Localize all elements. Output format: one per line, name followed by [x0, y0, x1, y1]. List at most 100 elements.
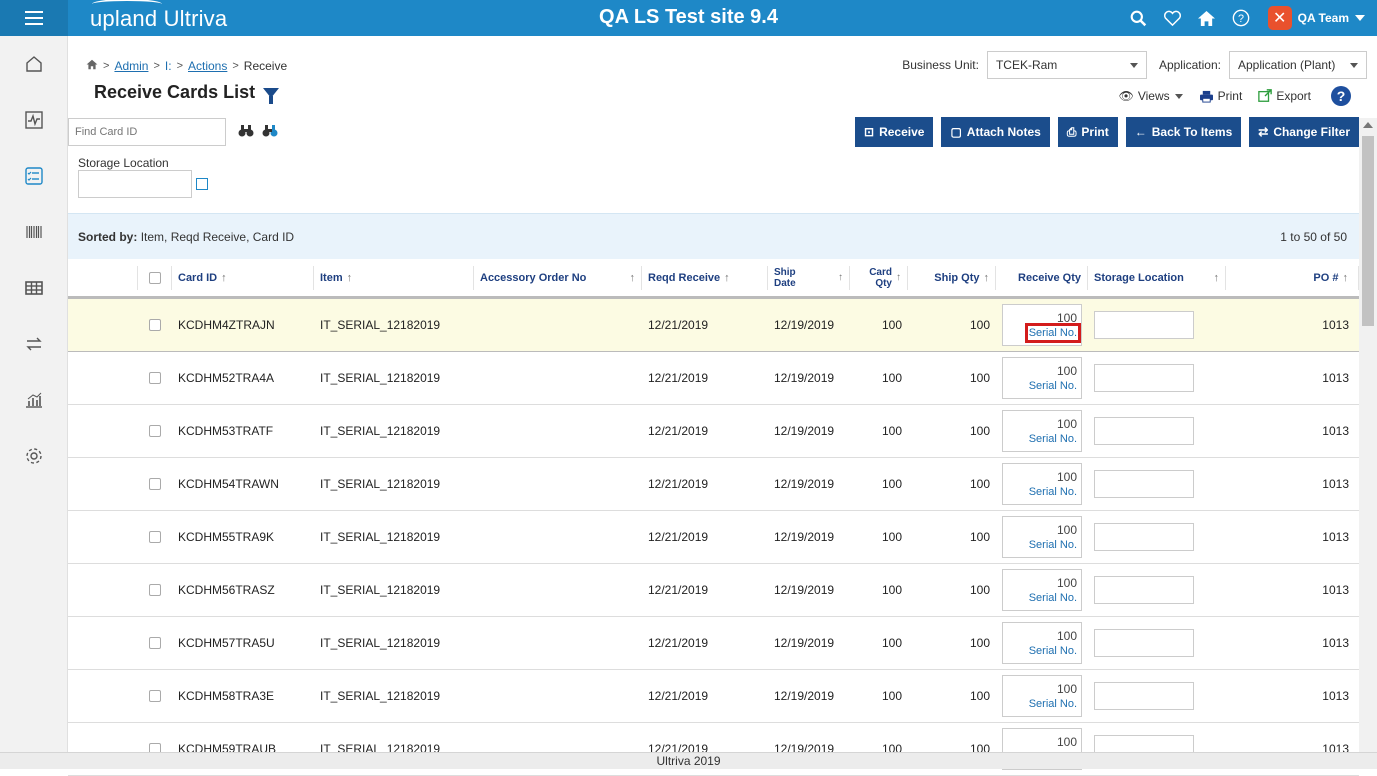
views-dropdown[interactable]: 👁 Views [1119, 89, 1183, 103]
card-id-cell: KCDHM52TRA4A [178, 371, 275, 385]
business-unit-select[interactable]: TCEK-Ram [986, 51, 1147, 79]
table-row[interactable]: KCDHM55TRA9K IT_SERIAL_12182019 12/21/2019… [68, 511, 1359, 564]
storage-location-input[interactable] [78, 170, 192, 198]
row-checkbox[interactable] [149, 319, 161, 331]
binoculars-search-icon[interactable] [238, 124, 254, 141]
row-checkbox[interactable] [149, 531, 161, 543]
receive-qty-input[interactable]: 100Serial No. [1002, 463, 1082, 505]
header-ship-qty[interactable]: Ship Qty ↑ [908, 265, 996, 290]
header-card-id[interactable]: Card ID ↑ [172, 265, 314, 290]
header-ship-date[interactable]: Ship Date ↑ [768, 265, 850, 290]
storage-location-row-input[interactable] [1094, 470, 1194, 498]
attach-notes-button[interactable]: ▢ Attach Notes [941, 117, 1050, 147]
find-card-id-input[interactable] [68, 118, 226, 146]
nav-checklist-icon[interactable] [0, 148, 68, 204]
receive-qty-input[interactable]: 100Serial No. [1002, 622, 1082, 664]
storage-location-picker-icon[interactable] [196, 178, 208, 190]
row-checkbox[interactable] [149, 584, 161, 596]
row-checkbox[interactable] [149, 425, 161, 437]
row-checkbox[interactable] [149, 478, 161, 490]
export-link[interactable]: Export [1258, 89, 1311, 103]
receive-qty-input[interactable]: 100Serial No. [1002, 569, 1082, 611]
serial-no-link[interactable]: Serial No. [1029, 592, 1077, 604]
serial-no-link[interactable]: Serial No. [1029, 433, 1077, 445]
receive-qty-input[interactable]: 100Serial No. [1002, 675, 1082, 717]
item-cell: IT_SERIAL_12182019 [320, 424, 441, 438]
menu-icon[interactable] [0, 0, 68, 36]
header-accessory-order-no[interactable]: Accessory Order No ↑ [474, 265, 642, 290]
favorites-heart-icon[interactable] [1158, 0, 1188, 36]
swap-arrows-icon: ⇄ [1258, 125, 1269, 139]
row-checkbox[interactable] [149, 637, 161, 649]
header-card-qty[interactable]: Card Qty ↑ [850, 265, 908, 290]
breadcrumb-home-icon[interactable] [86, 59, 98, 73]
row-checkbox[interactable] [149, 372, 161, 384]
receive-qty-cell: 100 Serial No. [996, 564, 1088, 616]
help-circle-icon[interactable]: ? [1226, 0, 1256, 36]
user-menu[interactable]: ✕ QA Team [1267, 6, 1365, 30]
storage-location-row-input[interactable] [1094, 629, 1194, 657]
table-row[interactable]: KCDHM54TRAWN IT_SERIAL_12182019 12/21/2019… [68, 458, 1359, 511]
header-po[interactable]: PO # ↑ [1226, 265, 1359, 290]
note-icon: ▢ [950, 125, 962, 139]
storage-location-row-input[interactable] [1094, 682, 1194, 710]
select-all-checkbox[interactable] [148, 271, 161, 284]
nav-activity-icon[interactable] [0, 92, 68, 148]
nav-transfer-icon[interactable] [0, 316, 68, 372]
reqd-receive-cell: 12/21/2019 [648, 424, 709, 438]
table-row[interactable]: KCDHM58TRA3E IT_SERIAL_12182019 12/21/2019… [68, 670, 1359, 723]
receive-button[interactable]: ⊡ Receive [855, 117, 934, 147]
print-button[interactable]: ⎙ Print [1057, 117, 1118, 147]
scroll-thumb[interactable] [1362, 136, 1374, 326]
receive-qty-input[interactable]: 100Serial No. [1002, 357, 1082, 399]
serial-no-link[interactable]: Serial No. [1029, 539, 1077, 551]
nav-reports-icon[interactable] [0, 372, 68, 428]
nav-home-icon[interactable] [0, 36, 68, 92]
back-to-items-button[interactable]: ← Back To Items [1125, 117, 1242, 147]
table-row[interactable]: KCDHM53TRATF IT_SERIAL_12182019 12/21/2019… [68, 405, 1359, 458]
filter-icon[interactable] [263, 87, 280, 104]
table-row[interactable]: KCDHM57TRA5U IT_SERIAL_12182019 12/21/2019… [68, 617, 1359, 670]
storage-location-row-input[interactable] [1094, 576, 1194, 604]
print-link[interactable]: Print [1199, 89, 1242, 103]
serial-no-link[interactable]: Serial No. [1029, 486, 1077, 498]
nav-barcode-icon[interactable] [0, 204, 68, 260]
header-select-all[interactable] [138, 265, 172, 290]
search-icon[interactable] [1124, 0, 1154, 36]
help-icon[interactable]: ? [1331, 86, 1351, 106]
breadcrumb-separator-icon: > [176, 60, 183, 72]
ship-date-cell: 12/19/2019 [774, 689, 835, 703]
row-select-cell [138, 299, 172, 351]
serial-no-link[interactable]: Serial No. [1024, 323, 1082, 343]
storage-location-row-input[interactable] [1094, 364, 1194, 392]
table-row[interactable]: KCDHM52TRA4A IT_SERIAL_12182019 12/21/2019… [68, 352, 1359, 405]
application-select[interactable]: Application (Plant) [1229, 51, 1367, 79]
table-row[interactable]: KCDHM56TRASZ IT_SERIAL_12182019 12/21/2019… [68, 564, 1359, 617]
brand-logo[interactable]: upland Ultriva [90, 0, 227, 32]
serial-no-link[interactable]: Serial No. [1029, 645, 1077, 657]
table-row[interactable]: KCDHM4ZTRAJN IT_SERIAL_12182019 12/21/2019… [68, 299, 1359, 352]
row-checkbox[interactable] [149, 690, 161, 702]
serial-no-link[interactable]: Serial No. [1029, 380, 1077, 392]
storage-location-row-input[interactable] [1094, 311, 1194, 339]
header-item[interactable]: Item ↑ [314, 265, 474, 290]
vertical-scrollbar[interactable] [1359, 118, 1377, 769]
home-icon[interactable] [1192, 0, 1222, 36]
breadcrumb-admin-link[interactable]: Admin [114, 59, 148, 73]
header-reqd-receive[interactable]: Reqd Receive ↑ [642, 265, 768, 290]
receive-qty-input[interactable]: 100Serial No. [1002, 304, 1082, 346]
receive-qty-input[interactable]: 100Serial No. [1002, 516, 1082, 558]
scroll-up-icon[interactable] [1363, 122, 1373, 128]
binoculars-advanced-search-icon[interactable] [262, 124, 278, 141]
receive-qty-input[interactable]: 100Serial No. [1002, 410, 1082, 452]
nav-grid-icon[interactable] [0, 260, 68, 316]
storage-location-row-input[interactable] [1094, 417, 1194, 445]
card-qty-cell: 100 [881, 689, 902, 703]
nav-settings-gear-icon[interactable] [0, 428, 68, 484]
serial-no-link[interactable]: Serial No. [1029, 698, 1077, 710]
accessory-order-cell [474, 299, 642, 351]
change-filter-button[interactable]: ⇄ Change Filter [1249, 117, 1359, 147]
header-storage-location[interactable]: Storage Location ↑ [1088, 265, 1226, 290]
breadcrumb-actions-link[interactable]: Actions [188, 59, 227, 73]
storage-location-row-input[interactable] [1094, 523, 1194, 551]
